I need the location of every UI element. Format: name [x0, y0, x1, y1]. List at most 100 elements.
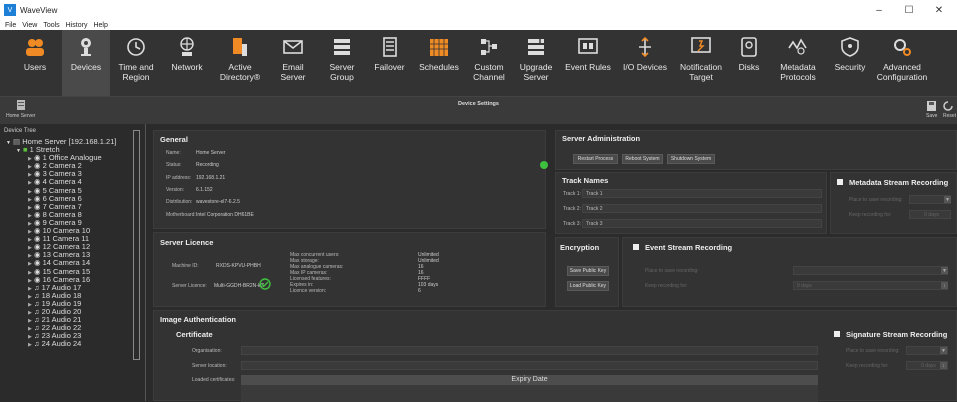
ribbon-custom-channel-button[interactable]: Custom Channel: [465, 30, 513, 96]
general-value: Recording: [196, 162, 219, 169]
server-location-label: Server location:: [192, 363, 227, 369]
event-stream-checkbox[interactable]: [633, 244, 639, 250]
server-location-field[interactable]: [241, 361, 818, 370]
stepper-icon[interactable]: ↕: [941, 282, 948, 289]
close-button[interactable]: ✕: [924, 0, 954, 20]
reset-label: Reset: [943, 113, 957, 119]
ribbon-advanced-config-button[interactable]: Advanced Configuration: [873, 30, 931, 96]
ribbon-camera-button[interactable]: Devices: [62, 30, 110, 96]
ribbon-label: Email Server: [280, 62, 306, 82]
ribbon-users-button[interactable]: Users: [8, 30, 62, 96]
organisation-field[interactable]: [241, 346, 818, 355]
title-bar: V WaveView – ☐ ✕: [0, 0, 957, 20]
ribbon-event-rules-button[interactable]: Event Rules: [559, 30, 617, 96]
licence-spec-value: 103 days: [418, 282, 439, 288]
metadata-keep-field[interactable]: 0 days: [909, 210, 951, 219]
event-stream-panel: Event Stream Recording Place to save rec…: [622, 237, 957, 307]
metadata-stream-checkbox[interactable]: [837, 179, 843, 185]
ribbon-shield-button[interactable]: Security: [827, 30, 873, 96]
tree-device-label: 24 Audio 24: [41, 339, 82, 349]
general-heading: General: [160, 135, 188, 144]
ribbon-notification-button[interactable]: Notification Target: [673, 30, 729, 96]
ribbon-label: Active Directory®: [219, 62, 261, 82]
track-names-heading: Track Names: [562, 176, 609, 185]
expiry-date-column-header[interactable]: Expiry Date: [241, 375, 818, 385]
device-tree-panel: Device Tree ▼ ▤ Home Server [192.168.1.2…: [0, 124, 146, 401]
device-settings-content: General Name: Home Server Status: Recording…: [150, 124, 957, 402]
ribbon-label: Custom Channel: [473, 62, 505, 82]
camera-icon: [75, 36, 97, 58]
metadata-stream-panel: Metadata Stream Recording Place to save …: [830, 172, 957, 234]
general-label: Distribution:: [166, 199, 193, 206]
encryption-heading: Encryption: [560, 243, 600, 252]
menu-tools[interactable]: Tools: [43, 22, 59, 29]
failover-icon: [379, 36, 401, 58]
menu-view[interactable]: View: [22, 22, 37, 29]
reboot-system-button[interactable]: Reboot System: [622, 154, 663, 164]
ribbon-directory-button[interactable]: Active Directory®: [212, 30, 268, 96]
menu-file[interactable]: File: [5, 22, 16, 29]
ribbon-label: Security: [834, 62, 866, 72]
ribbon-server-group-button[interactable]: Server Group: [318, 30, 366, 96]
load-public-key-button[interactable]: Load Public Key: [567, 281, 609, 291]
chevron-down-icon[interactable]: ▼: [940, 347, 947, 354]
maximize-button[interactable]: ☐: [894, 0, 924, 20]
signature-keep-label: Keep recording for:: [846, 363, 889, 369]
tree-device-item[interactable]: ▶ ♫ 24 Audio 24: [0, 339, 145, 349]
stretch-icon: ■: [23, 145, 28, 155]
stepper-icon[interactable]: ↕: [940, 362, 947, 369]
event-place-select[interactable]: [793, 266, 948, 275]
ribbon-disk-button[interactable]: Disks: [729, 30, 769, 96]
status-indicator-icon: [540, 161, 548, 169]
chevron-down-icon[interactable]: ▼: [941, 267, 948, 274]
expand-arrow-icon[interactable]: ▶: [28, 342, 32, 348]
ribbon-network-button[interactable]: Network: [162, 30, 212, 96]
event-stream-heading: Event Stream Recording: [645, 243, 733, 252]
globe-clock-icon: [125, 36, 147, 58]
track-label: Track 2:: [563, 206, 581, 212]
metadata-icon: [787, 36, 809, 58]
reset-button[interactable]: Reset: [943, 101, 956, 119]
restart-process-button[interactable]: Restart Process: [573, 154, 618, 164]
ribbon-toolbar: Users Devices Time and Region Network Active…: [0, 30, 957, 96]
signature-stream-heading: Signature Stream Recording: [846, 330, 948, 339]
encryption-panel: Encryption Save Public Key Load Public K…: [555, 237, 619, 307]
image-auth-heading: Image Authentication: [160, 315, 236, 324]
metadata-stream-heading: Metadata Stream Recording: [849, 178, 949, 187]
track-name-field[interactable]: Track 2: [582, 204, 822, 213]
chevron-down-icon[interactable]: ▼: [944, 196, 951, 203]
save-public-key-button[interactable]: Save Public Key: [567, 266, 609, 276]
licence-valid-check-icon: [259, 278, 271, 290]
ribbon-globe-clock-button[interactable]: Time and Region: [110, 30, 162, 96]
users-icon: [24, 36, 46, 58]
signature-place-label: Place to save recording:: [846, 348, 900, 354]
general-label: Motherboard:: [166, 211, 196, 218]
certificates-list[interactable]: [241, 385, 818, 402]
ribbon-email-button[interactable]: Email Server: [268, 30, 318, 96]
ribbon-metadata-button[interactable]: Metadata Protocols: [769, 30, 827, 96]
licence-spec-label: Licence version:: [290, 288, 327, 294]
track-label: Track 3:: [563, 221, 581, 227]
save-button[interactable]: Save: [926, 101, 937, 119]
menu-history[interactable]: History: [66, 22, 88, 29]
organisation-label: Organisation:: [192, 348, 222, 354]
tree-scrollbar[interactable]: [133, 130, 140, 360]
ribbon-failover-button[interactable]: Failover: [366, 30, 413, 96]
track-name-field[interactable]: Track 1: [582, 189, 822, 198]
directory-icon: [229, 36, 251, 58]
ribbon-upgrade-button[interactable]: Upgrade Server: [513, 30, 559, 96]
event-keep-field[interactable]: 0 days: [793, 281, 948, 290]
server-licence-label: Server Licence:: [172, 283, 207, 289]
general-value: 6.1.152: [196, 186, 213, 193]
minimize-button[interactable]: –: [864, 0, 894, 20]
ribbon-schedule-button[interactable]: Schedules: [413, 30, 465, 96]
signature-stream-checkbox[interactable]: [834, 331, 840, 337]
track-label: Track 1:: [563, 191, 581, 197]
menu-help[interactable]: Help: [93, 22, 107, 29]
shutdown-system-button[interactable]: Shutdown System: [667, 154, 715, 164]
ribbon-label: Devices: [70, 62, 102, 72]
save-icon: [927, 101, 937, 111]
email-icon: [282, 36, 304, 58]
track-name-field[interactable]: Track 3: [582, 219, 822, 228]
ribbon-io-devices-button[interactable]: I/O Devices: [617, 30, 673, 96]
